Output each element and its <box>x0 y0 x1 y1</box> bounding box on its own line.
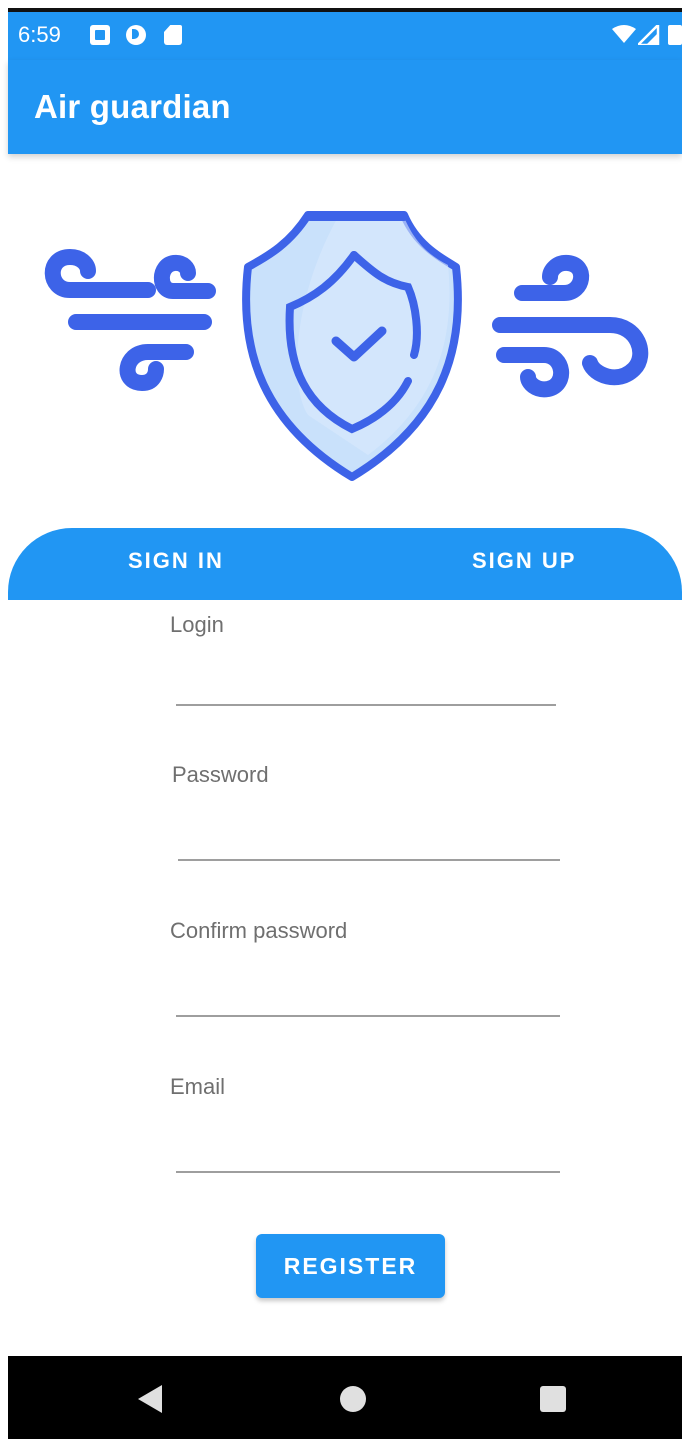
wifi-icon <box>612 25 636 43</box>
notification-a-icon <box>90 25 110 45</box>
register-button[interactable]: REGISTER <box>256 1234 445 1298</box>
confirm-password-label: Confirm password <box>170 918 348 943</box>
login-label: Login <box>170 612 224 637</box>
password-input[interactable] <box>178 818 560 854</box>
email-label: Email <box>170 1074 226 1099</box>
status-bar: 6:59 <box>8 12 682 60</box>
home-icon[interactable] <box>340 1386 366 1412</box>
password-underline <box>178 859 560 861</box>
screen-top-edge <box>0 0 682 12</box>
email-field: Email <box>170 1074 570 1180</box>
navigation-bar <box>8 1356 682 1439</box>
tab-sign-up[interactable]: SIGN UP <box>472 548 576 574</box>
confirm-password-input[interactable] <box>176 974 560 1010</box>
auth-tabs: SIGN IN SIGN UP <box>8 528 682 600</box>
status-time: 6:59 <box>18 22 61 47</box>
sd-card-icon <box>164 25 182 45</box>
email-underline <box>176 1171 560 1173</box>
confirm-password-field: Confirm password <box>170 918 570 1024</box>
hero-illustration <box>44 211 649 481</box>
notification-p-icon <box>126 25 146 45</box>
app-title: Air guardian <box>34 88 231 125</box>
wind-right-icon <box>492 254 649 398</box>
password-field: Password <box>172 762 572 868</box>
signal-icon <box>638 25 660 45</box>
battery-icon <box>668 25 682 45</box>
login-underline <box>176 704 556 706</box>
login-field: Login <box>170 612 570 712</box>
phone-screen: 6:59 Air guardian SIGN IN SIGN UP Login … <box>0 0 682 1439</box>
confirm-password-underline <box>176 1015 560 1017</box>
recents-icon[interactable] <box>540 1386 566 1412</box>
tab-sign-in[interactable]: SIGN IN <box>128 548 224 574</box>
app-bar: Air guardian <box>8 60 682 154</box>
shield-check-icon <box>242 211 462 481</box>
password-label: Password <box>172 762 269 787</box>
login-input[interactable] <box>176 664 556 700</box>
wind-left-icon <box>44 248 216 392</box>
email-input[interactable] <box>176 1130 560 1166</box>
back-icon[interactable] <box>138 1385 162 1413</box>
